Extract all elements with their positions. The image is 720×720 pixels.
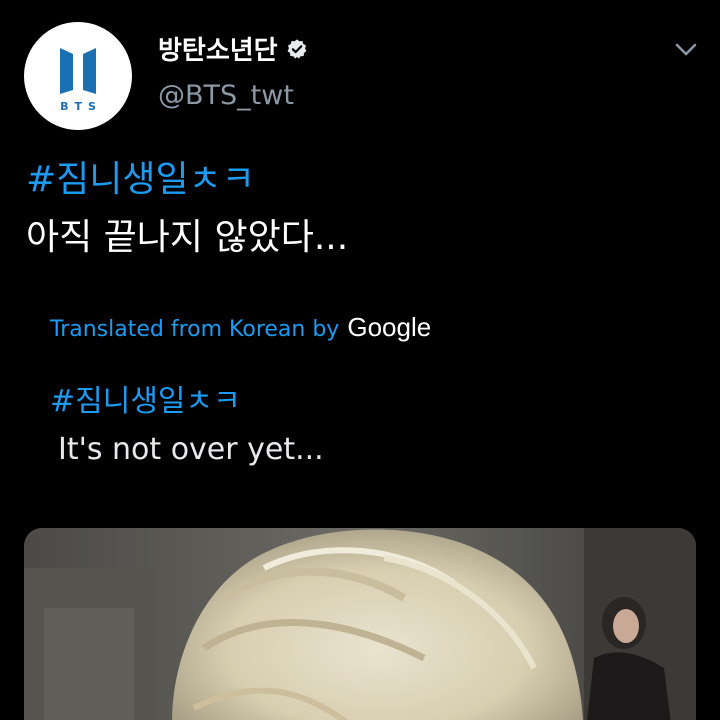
translated-text: It's not over yet... — [58, 432, 324, 467]
tweet-text: 아직 끝나지 않았다... — [26, 217, 349, 258]
tweet-hashtag-link[interactable]: #짐니생일ㅊㅋ — [26, 158, 255, 202]
translated-hashtag-link[interactable]: #짐니생일ㅊㅋ — [50, 382, 241, 422]
translation-attribution[interactable]: Translated from Korean by Google — [50, 312, 431, 343]
bts-logo-icon: BTS — [54, 42, 102, 113]
tweet-photo[interactable] — [24, 528, 696, 720]
chevron-down-icon[interactable] — [672, 40, 700, 60]
avatar[interactable]: BTS — [24, 22, 132, 130]
handle[interactable]: @BTS_twt — [158, 80, 294, 111]
avatar-logo-text: BTS — [60, 99, 102, 113]
display-name: 방탄소년단 — [158, 36, 278, 66]
verified-badge-icon — [286, 38, 308, 60]
google-logo: Google — [347, 312, 432, 342]
tweet-screen: BTS 방탄소년단 @BTS_twt #짐니생일ㅊㅋ 아직 끝나지 않았다...… — [0, 0, 720, 720]
display-name-row[interactable]: 방탄소년단 — [158, 30, 308, 67]
translation-label: Translated from Korean by — [50, 317, 340, 342]
